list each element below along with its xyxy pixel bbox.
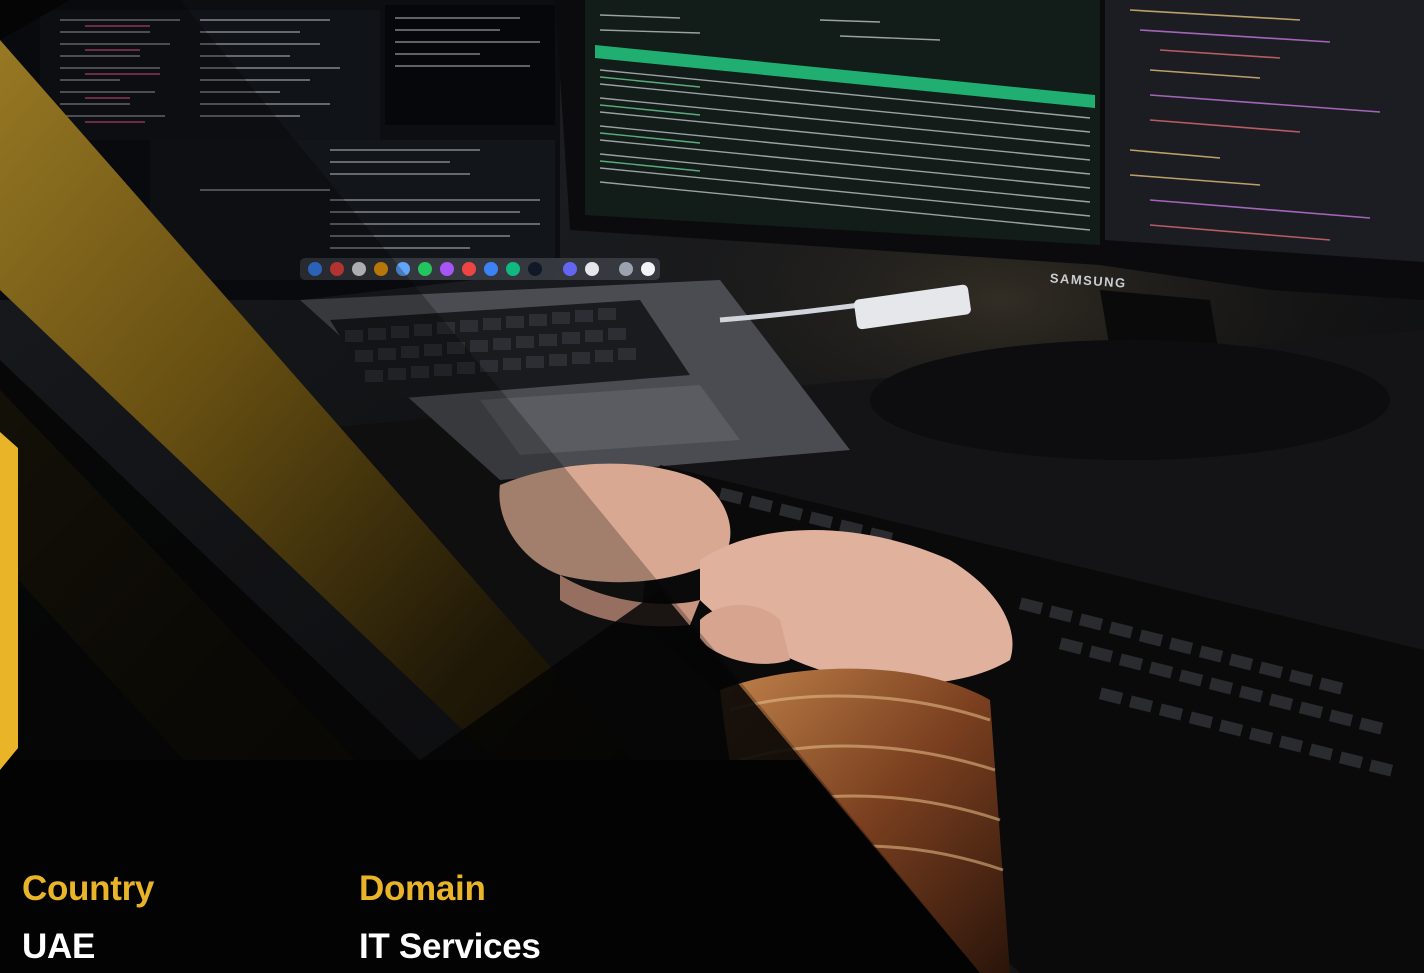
country-block: Country UAE — [22, 864, 154, 972]
photo-illustration: SAMSUNG — [0, 0, 1424, 973]
domain-label: Domain — [359, 869, 486, 908]
country-value: UAE — [22, 927, 95, 966]
gold-accent-bar — [0, 432, 18, 770]
domain-value: IT Services — [359, 927, 541, 966]
hero-banner: SAMSUNG Country UAE Domain IT Services — [0, 0, 1424, 973]
domain-block: Domain IT Services — [359, 864, 541, 972]
country-label: Country — [22, 869, 155, 908]
